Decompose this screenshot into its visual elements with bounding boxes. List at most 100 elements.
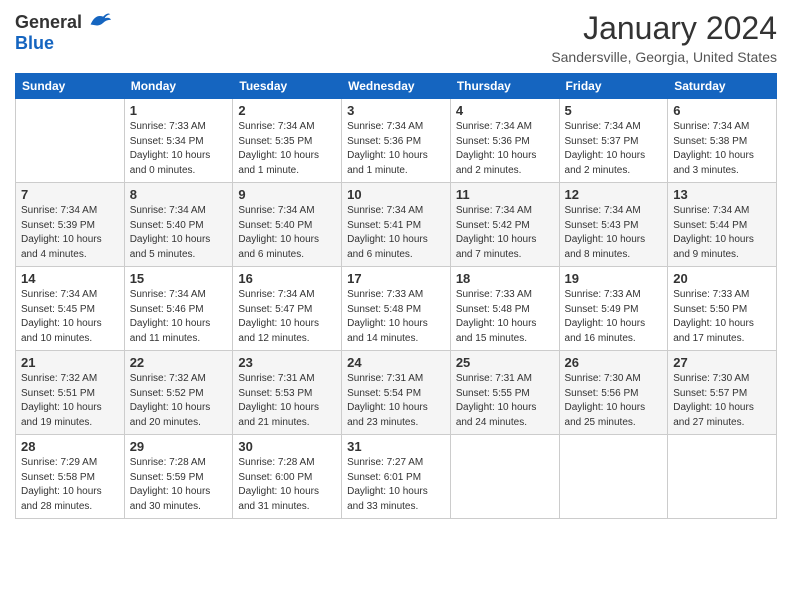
logo-text: General Blue [15, 10, 111, 54]
calendar-cell: 7 Sunrise: 7:34 AMSunset: 5:39 PMDaylight… [16, 183, 125, 267]
day-number: 20 [673, 271, 771, 286]
day-info: Sunrise: 7:34 AMSunset: 5:36 PMDaylight:… [347, 120, 445, 178]
day-number: 12 [565, 187, 663, 202]
day-info: Sunrise: 7:31 AMSunset: 5:53 PMDaylight:… [238, 372, 336, 430]
calendar-cell: 2 Sunrise: 7:34 AMSunset: 5:35 PMDaylight… [233, 99, 342, 183]
day-number: 27 [673, 355, 771, 370]
day-info: Sunrise: 7:30 AMSunset: 5:57 PMDaylight:… [673, 372, 771, 430]
day-number: 13 [673, 187, 771, 202]
calendar-cell: 24 Sunrise: 7:31 AMSunset: 5:54 PMDayligh… [342, 351, 451, 435]
day-number: 6 [673, 103, 771, 118]
day-number: 7 [21, 187, 119, 202]
logo-general: General [15, 12, 82, 32]
day-info: Sunrise: 7:34 AMSunset: 5:37 PMDaylight:… [565, 120, 663, 178]
weekday-header-monday: Monday [124, 74, 233, 99]
calendar-cell: 9 Sunrise: 7:34 AMSunset: 5:40 PMDaylight… [233, 183, 342, 267]
calendar-cell: 22 Sunrise: 7:32 AMSunset: 5:52 PMDayligh… [124, 351, 233, 435]
month-title: January 2024 [551, 10, 777, 47]
day-number: 1 [130, 103, 228, 118]
day-number: 30 [238, 439, 336, 454]
day-info: Sunrise: 7:34 AMSunset: 5:45 PMDaylight:… [21, 288, 119, 346]
day-number: 25 [456, 355, 554, 370]
calendar-table: SundayMondayTuesdayWednesdayThursdayFrid… [15, 73, 777, 519]
calendar-cell: 28Sunrise: 7:29 AMSunset: 5:58 PMDayligh… [16, 435, 125, 519]
day-info: Sunrise: 7:31 AMSunset: 5:55 PMDaylight:… [456, 372, 554, 430]
page-header: General Blue January 2024 Sandersville, … [15, 10, 777, 65]
day-info: Sunrise: 7:32 AMSunset: 5:52 PMDaylight:… [130, 372, 228, 430]
day-number: 24 [347, 355, 445, 370]
day-info: Sunrise: 7:34 AMSunset: 5:36 PMDaylight:… [456, 120, 554, 178]
day-number: 21 [21, 355, 119, 370]
day-info: Sunrise: 7:29 AMSunset: 5:58 PMDaylight:… [21, 456, 119, 514]
day-info: Sunrise: 7:34 AMSunset: 5:44 PMDaylight:… [673, 204, 771, 262]
day-number: 8 [130, 187, 228, 202]
calendar-cell: 29 Sunrise: 7:28 AMSunset: 5:59 PMDayligh… [124, 435, 233, 519]
day-info: Sunrise: 7:34 AMSunset: 5:35 PMDaylight:… [238, 120, 336, 178]
day-info: Sunrise: 7:34 AMSunset: 5:38 PMDaylight:… [673, 120, 771, 178]
day-info: Sunrise: 7:28 AMSunset: 6:00 PMDaylight:… [238, 456, 336, 514]
day-number: 16 [238, 271, 336, 286]
calendar-cell: 12 Sunrise: 7:34 AMSunset: 5:43 PMDayligh… [559, 183, 668, 267]
day-info: Sunrise: 7:34 AMSunset: 5:43 PMDaylight:… [565, 204, 663, 262]
day-number: 31 [347, 439, 445, 454]
calendar-cell: 20 Sunrise: 7:33 AMSunset: 5:50 PMDayligh… [668, 267, 777, 351]
day-number: 14 [21, 271, 119, 286]
calendar-cell: 1 Sunrise: 7:33 AMSunset: 5:34 PMDaylight… [124, 99, 233, 183]
day-number: 23 [238, 355, 336, 370]
weekday-header-wednesday: Wednesday [342, 74, 451, 99]
day-info: Sunrise: 7:27 AMSunset: 6:01 PMDaylight:… [347, 456, 445, 514]
calendar-cell: 13 Sunrise: 7:34 AMSunset: 5:44 PMDayligh… [668, 183, 777, 267]
day-info: Sunrise: 7:32 AMSunset: 5:51 PMDaylight:… [21, 372, 119, 430]
day-info: Sunrise: 7:28 AMSunset: 5:59 PMDaylight:… [130, 456, 228, 514]
title-block: January 2024 Sandersville, Georgia, Unit… [551, 10, 777, 65]
day-number: 29 [130, 439, 228, 454]
calendar-cell: 4 Sunrise: 7:34 AMSunset: 5:36 PMDaylight… [450, 99, 559, 183]
calendar-cell: 10Sunrise: 7:34 AMSunset: 5:41 PMDayligh… [342, 183, 451, 267]
location-text: Sandersville, Georgia, United States [551, 49, 777, 65]
calendar-cell: 27 Sunrise: 7:30 AMSunset: 5:57 PMDayligh… [668, 351, 777, 435]
calendar-cell: 6 Sunrise: 7:34 AMSunset: 5:38 PMDaylight… [668, 99, 777, 183]
day-number: 2 [238, 103, 336, 118]
weekday-header-saturday: Saturday [668, 74, 777, 99]
day-info: Sunrise: 7:33 AMSunset: 5:48 PMDaylight:… [456, 288, 554, 346]
weekday-header-tuesday: Tuesday [233, 74, 342, 99]
calendar-cell [668, 435, 777, 519]
day-number: 26 [565, 355, 663, 370]
calendar-cell [450, 435, 559, 519]
calendar-row-2: 7 Sunrise: 7:34 AMSunset: 5:39 PMDaylight… [16, 183, 777, 267]
logo-blue: Blue [15, 33, 54, 53]
weekday-header-friday: Friday [559, 74, 668, 99]
day-info: Sunrise: 7:33 AMSunset: 5:48 PMDaylight:… [347, 288, 445, 346]
calendar-cell: 19Sunrise: 7:33 AMSunset: 5:49 PMDayligh… [559, 267, 668, 351]
day-info: Sunrise: 7:34 AMSunset: 5:47 PMDaylight:… [238, 288, 336, 346]
day-info: Sunrise: 7:34 AMSunset: 5:41 PMDaylight:… [347, 204, 445, 262]
logo-bird-icon [89, 10, 111, 28]
day-number: 17 [347, 271, 445, 286]
calendar-cell: 16 Sunrise: 7:34 AMSunset: 5:47 PMDayligh… [233, 267, 342, 351]
logo: General Blue [15, 10, 111, 54]
calendar-cell: 26 Sunrise: 7:30 AMSunset: 5:56 PMDayligh… [559, 351, 668, 435]
day-info: Sunrise: 7:34 AMSunset: 5:40 PMDaylight:… [238, 204, 336, 262]
day-info: Sunrise: 7:33 AMSunset: 5:34 PMDaylight:… [130, 120, 228, 178]
calendar-cell: 18 Sunrise: 7:33 AMSunset: 5:48 PMDayligh… [450, 267, 559, 351]
calendar-row-5: 28Sunrise: 7:29 AMSunset: 5:58 PMDayligh… [16, 435, 777, 519]
day-number: 9 [238, 187, 336, 202]
day-number: 4 [456, 103, 554, 118]
calendar-cell: 25 Sunrise: 7:31 AMSunset: 5:55 PMDayligh… [450, 351, 559, 435]
calendar-cell: 21 Sunrise: 7:32 AMSunset: 5:51 PMDayligh… [16, 351, 125, 435]
calendar-cell: 3 Sunrise: 7:34 AMSunset: 5:36 PMDaylight… [342, 99, 451, 183]
day-number: 5 [565, 103, 663, 118]
calendar-cell [16, 99, 125, 183]
day-number: 18 [456, 271, 554, 286]
day-info: Sunrise: 7:33 AMSunset: 5:50 PMDaylight:… [673, 288, 771, 346]
day-info: Sunrise: 7:30 AMSunset: 5:56 PMDaylight:… [565, 372, 663, 430]
calendar-row-4: 21 Sunrise: 7:32 AMSunset: 5:51 PMDayligh… [16, 351, 777, 435]
day-info: Sunrise: 7:34 AMSunset: 5:46 PMDaylight:… [130, 288, 228, 346]
day-info: Sunrise: 7:34 AMSunset: 5:39 PMDaylight:… [21, 204, 119, 262]
day-number: 22 [130, 355, 228, 370]
calendar-cell: 15Sunrise: 7:34 AMSunset: 5:46 PMDayligh… [124, 267, 233, 351]
day-number: 3 [347, 103, 445, 118]
day-info: Sunrise: 7:31 AMSunset: 5:54 PMDaylight:… [347, 372, 445, 430]
calendar-row-1: 1 Sunrise: 7:33 AMSunset: 5:34 PMDaylight… [16, 99, 777, 183]
calendar-cell: 17 Sunrise: 7:33 AMSunset: 5:48 PMDayligh… [342, 267, 451, 351]
